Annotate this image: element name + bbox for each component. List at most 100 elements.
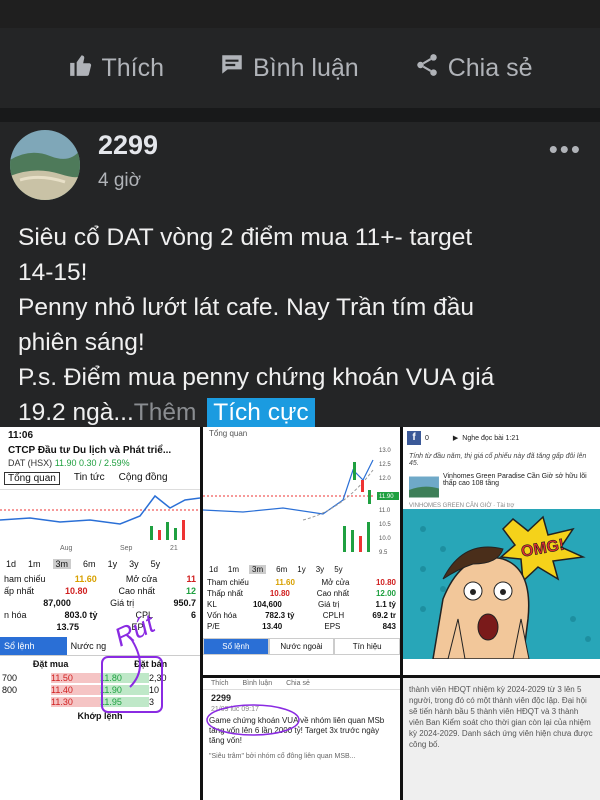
facebook-icon: f (407, 431, 421, 445)
range-option: 3m (249, 565, 267, 574)
stat-value: 69.2 tr (372, 611, 396, 620)
image-gallery: 11:06 CTCP Đầu tư Du lịch và Phát triể..… (0, 427, 600, 800)
post-time: 4 giờ (98, 170, 142, 191)
range-option: 3y (315, 565, 325, 574)
gallery-image-previous-post[interactable]: Thích Bình luận Chia sẻ 2299 21/09 lúc 0… (203, 678, 400, 800)
price-tag: 9.5 (379, 550, 388, 556)
stat-value: 104,600 (252, 600, 282, 609)
current-price-tag: 11.90 (379, 494, 394, 500)
status-time: 11:06 (8, 430, 34, 441)
post-line: Siêu cổ DAT vòng 2 điểm mua 11+- target (18, 224, 473, 251)
stat-label: Tham chiếu (207, 578, 249, 587)
candle-chart: 13.0 12.5 12.0 11.90 11.0 10.5 10.0 9.5 (203, 448, 399, 556)
price-tag: 12.5 (379, 462, 391, 468)
share-label: Chia sẻ (286, 680, 310, 687)
chart-tab: Tổng quan (209, 429, 248, 438)
stats-row: ham chiếu 11.60 Mở cửa 11 (0, 573, 200, 585)
like-button[interactable]: Thích (68, 52, 165, 85)
price-tag: 11.0 (379, 508, 391, 514)
sponsored-ad: Vinhomes Green Paradise Cần Giờ sở hữu l… (403, 471, 600, 503)
author-name[interactable]: 2299 (98, 130, 158, 161)
book-header: Đặt mua (32, 659, 69, 669)
post-line: 14-15! (18, 259, 88, 286)
stat-value: 87,000 (43, 598, 71, 608)
gallery-image-news-text[interactable]: thành viên HĐQT nhiệm kỳ 2024-2029 từ 3 … (403, 678, 600, 800)
gallery-image-news[interactable]: f 0 ▶ Nghe đọc bài 1:21 Tính từ đầu năm,… (403, 427, 600, 675)
stat-value: 10.80 (269, 589, 290, 598)
stats-row: KL 104,600 Giá trị 1.1 tỷ (203, 599, 400, 610)
stat-label: EPS (324, 622, 341, 631)
share-button[interactable]: Chia sẻ (414, 52, 532, 85)
price-tag: 10.0 (379, 536, 391, 542)
post-line: P.s. Điểm mua penny chứng khoán VUA giá (18, 364, 495, 391)
avatar[interactable] (10, 130, 80, 200)
omg-comic-illustration: OMG! (403, 509, 600, 660)
tab-news: Tin tức (73, 472, 105, 483)
post-separator (0, 108, 600, 122)
range-option: 1y (297, 565, 306, 574)
stat-label: Cao nhất (316, 589, 350, 598)
range-option: 1y (107, 559, 118, 569)
post-card: 2299 4 giờ ••• Siêu cổ DAT vòng 2 điểm m… (0, 122, 600, 800)
stat-label: n hóa (4, 610, 27, 620)
stats-row: P/E 13.40 EPS 843 (203, 621, 400, 632)
article-toolbar: f 0 ▶ Nghe đọc bài 1:21 (403, 427, 600, 449)
range-option: 1m (227, 565, 240, 574)
range-selector: 1d 1m 3m 6m 1y 3y 5y (203, 562, 400, 577)
axis-label: Sep (120, 545, 133, 552)
share-icon (414, 52, 440, 85)
share-count: 0 (425, 434, 429, 442)
stat-label: P/E (207, 622, 220, 631)
stats-row: Vốn hóa 782.3 tỷ CPLH 69.2 tr (203, 610, 400, 621)
stat-value: 11.60 (275, 578, 295, 587)
handwriting-circle (206, 704, 300, 736)
stat-value: 782.3 tỷ (265, 611, 295, 620)
price-chart: Aug Sep 21 (0, 494, 200, 552)
range-option: 1d (209, 565, 218, 574)
order-tab: Sổ lệnh (203, 638, 269, 655)
stats-row: Tham chiếu 11.60 Mở cửa 10.80 (203, 577, 400, 588)
company-title: CTCP Đầu tư Du lịch và Phát triể... (8, 445, 172, 456)
stat-value: 1.1 tỷ (375, 600, 396, 609)
gallery-image-chart[interactable]: Tổng quan 13.0 12.5 12.0 11.90 11.0 10.5 (203, 427, 400, 675)
see-more-link[interactable]: Thêm (134, 399, 197, 426)
post-actions: Thích Bình luận Chia sẻ (203, 678, 400, 690)
stat-value: 11 (186, 574, 196, 584)
top-strip (0, 0, 600, 28)
ticker-line: DAT (HSX) 11.90 0.30 / 2.59% (0, 458, 200, 468)
price-tag: 13.0 (379, 448, 391, 454)
book-cell (2, 697, 51, 707)
stat-label: KL (207, 600, 217, 609)
book-cell: 700 (2, 673, 18, 683)
sentiment-tag[interactable]: Tích cực (207, 398, 315, 429)
comment-label: Bình luận (242, 680, 273, 687)
range-option: 5y (150, 559, 161, 569)
stats-row: ấp nhất 10.80 Cao nhất 12 (0, 585, 200, 597)
stat-label: Cao nhất (118, 586, 155, 596)
stat-value: 13.40 (262, 622, 283, 631)
comment-icon (219, 52, 245, 85)
stat-label: Vốn hóa (207, 611, 237, 620)
stats-row: Thấp nhất 10.80 Cao nhất 12.00 (203, 588, 400, 599)
tab-community: Cộng đồng (118, 472, 168, 483)
more-options-icon[interactable]: ••• (549, 134, 582, 165)
gallery-image-stock-app[interactable]: 11:06 CTCP Đầu tư Du lịch và Phát triể..… (0, 427, 200, 800)
post-line: phiên sáng! (18, 329, 145, 356)
comment-button[interactable]: Bình luận (219, 52, 359, 85)
ticker-price: 11.90 0.30 / 2.59% (54, 458, 130, 468)
comment-label: Bình luận (253, 53, 359, 82)
range-option: 6m (276, 565, 288, 574)
post-action-bar: Thích Bình luận Chia sẻ (0, 28, 600, 108)
post-line-end: 19.2 ngà... (18, 399, 134, 426)
ad-thumbnail (409, 476, 439, 498)
stat-label: Thấp nhất (207, 589, 244, 598)
quoted-text: "Siêu trâm" bởi nhóm cổ đông liên quan M… (209, 753, 356, 760)
post-line-last: 19.2 ngà...Thêm Tích cực (18, 395, 588, 430)
order-tab: Tín hiệu (334, 638, 400, 655)
like-label: Thích (101, 53, 165, 82)
stat-value: 10.80 (375, 578, 396, 587)
ad-title: Vinhomes Green Paradise Cần Giờ sở hữu l… (442, 473, 587, 487)
book-cell: 800 (2, 685, 18, 695)
axis-label: Aug (60, 545, 73, 552)
axis-label: 21 (170, 545, 178, 552)
